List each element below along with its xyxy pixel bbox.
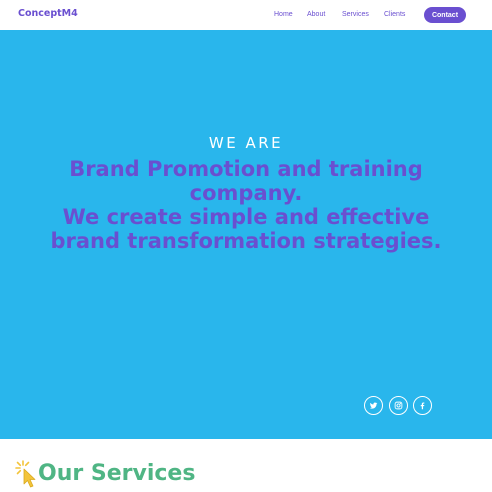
- hero-headline: Brand Promotion and training company. We…: [0, 157, 492, 253]
- hero-section: WE ARE Brand Promotion and training comp…: [0, 30, 492, 439]
- twitter-link[interactable]: [364, 396, 383, 415]
- facebook-link[interactable]: [413, 396, 432, 415]
- nav-link-clients[interactable]: Clients: [384, 11, 405, 18]
- hero-headline-line: brand transformation strategies.: [50, 229, 442, 253]
- hero-headline-line: company.: [189, 181, 303, 205]
- facebook-icon: [420, 402, 425, 410]
- nav-link-services[interactable]: Services: [342, 11, 369, 18]
- contact-button[interactable]: Contact: [424, 7, 466, 23]
- nav-link-home[interactable]: Home: [274, 11, 293, 18]
- hero-headline-line: Brand Promotion and training: [69, 157, 423, 181]
- nav-link-about[interactable]: About: [307, 11, 325, 18]
- services-title: Our Services: [38, 461, 196, 486]
- navbar: ConceptM4 Home About Services Clients Co…: [0, 0, 492, 30]
- instagram-link[interactable]: [389, 396, 408, 415]
- cursor-click-icon: [15, 460, 36, 488]
- twitter-icon: [369, 402, 378, 409]
- instagram-icon: [394, 401, 403, 410]
- site-logo[interactable]: ConceptM4: [18, 8, 78, 19]
- hero-headline-line: We create simple and effective: [62, 205, 430, 229]
- hero-kicker: WE ARE: [208, 134, 284, 152]
- services-section: Our Services: [0, 439, 492, 492]
